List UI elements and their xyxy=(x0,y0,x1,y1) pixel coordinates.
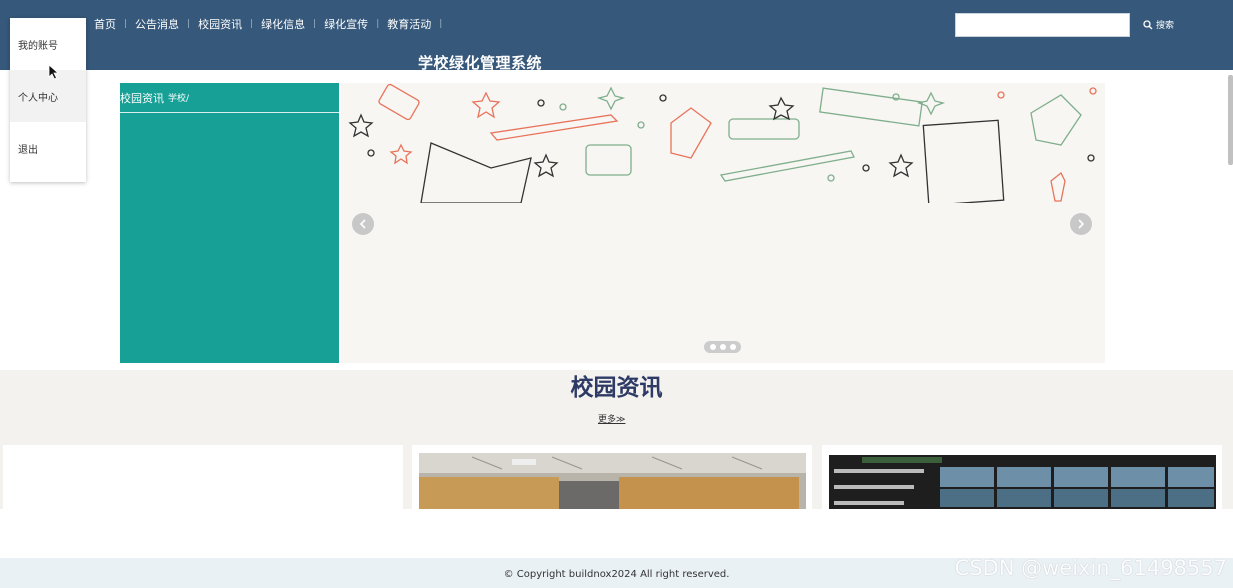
carousel-dot[interactable] xyxy=(719,344,726,350)
mouse-cursor-icon xyxy=(48,64,60,80)
nav-separator: | xyxy=(313,19,317,29)
nav-separator: | xyxy=(439,19,443,29)
search-input[interactable] xyxy=(955,13,1130,37)
more-link[interactable]: 更多≫ xyxy=(598,412,625,425)
carousel-prev-button[interactable] xyxy=(352,213,374,235)
carousel-next-button[interactable] xyxy=(1070,213,1092,235)
page-scrollbar[interactable] xyxy=(1228,75,1233,165)
nav-greening-promo[interactable]: 绿化宣传 xyxy=(324,16,368,32)
search-button[interactable]: 搜索 xyxy=(1143,18,1174,31)
nav-education-activities[interactable]: 教育活动 xyxy=(387,16,431,32)
banner-carousel[interactable] xyxy=(341,83,1105,363)
nav-home[interactable]: 首页 xyxy=(94,16,116,32)
search-icon xyxy=(1143,19,1153,29)
news-thumbnail-classroom xyxy=(419,453,806,510)
menu-my-account[interactable]: 我的账号 xyxy=(10,18,86,70)
news-category-panel: 校园资讯 学校/ xyxy=(120,83,339,363)
account-dropdown: 我的账号 个人中心 退出 xyxy=(10,18,86,182)
panel-header: 校园资讯 学校/ xyxy=(120,83,339,113)
news-card[interactable] xyxy=(412,445,812,510)
carousel-indicators xyxy=(704,341,741,353)
panel-title: 校园资讯 xyxy=(120,91,164,105)
site-title: 学校绿化管理系统 xyxy=(418,54,543,72)
nav-greening-info[interactable]: 绿化信息 xyxy=(261,16,305,32)
nav-campus-news[interactable]: 校园资讯 xyxy=(198,16,242,32)
nav-announcements[interactable]: 公告消息 xyxy=(135,16,179,32)
nav-separator: | xyxy=(376,19,380,29)
nav-separator: | xyxy=(124,19,128,29)
watermark: CSDN @weixin_61498557 xyxy=(954,556,1227,580)
stationery-illustration xyxy=(348,83,1097,203)
chevron-left-icon xyxy=(359,219,366,229)
news-card[interactable] xyxy=(3,445,403,510)
carousel-dot[interactable] xyxy=(729,344,736,350)
main-nav: 首页 | 公告消息 | 校园资讯 | 绿化信息 | 绿化宣传 | 教育活动 | xyxy=(94,16,450,32)
chevron-right-icon xyxy=(1078,219,1085,229)
news-card[interactable] xyxy=(822,445,1222,510)
top-header: 首页 | 公告消息 | 校园资讯 | 绿化信息 | 绿化宣传 | 教育活动 | … xyxy=(0,0,1233,72)
panel-breadcrumb[interactable]: 学校/ xyxy=(168,91,189,104)
section-title: 校园资讯 xyxy=(570,375,663,401)
search-button-label: 搜索 xyxy=(1156,21,1175,31)
content-gap xyxy=(0,509,1233,558)
menu-logout[interactable]: 退出 xyxy=(10,122,86,174)
news-thumbnail-video-conference xyxy=(829,455,1216,510)
carousel-dot[interactable] xyxy=(709,344,716,350)
nav-separator: | xyxy=(187,19,191,29)
nav-separator: | xyxy=(250,19,254,29)
